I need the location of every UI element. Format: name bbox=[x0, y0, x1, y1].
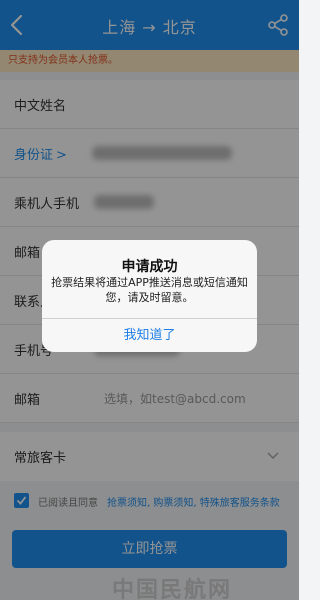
dialog-message: 抢票结果将通过APP推送消息或短信通知 您，请及时留意。 bbox=[51, 276, 248, 304]
dialog-ok-button[interactable]: 我知道了 bbox=[42, 319, 257, 352]
success-dialog: 申请成功 抢票结果将通过APP推送消息或短信通知 您，请及时留意。 我知道了 bbox=[42, 240, 257, 352]
dialog-title: 申请成功 bbox=[121, 259, 178, 275]
booking-page: 上海 → 北京 只支持为会员本人抢票。 中文姓名 身份证 > 乘机人手机 邮箱 联… bbox=[0, 0, 299, 600]
